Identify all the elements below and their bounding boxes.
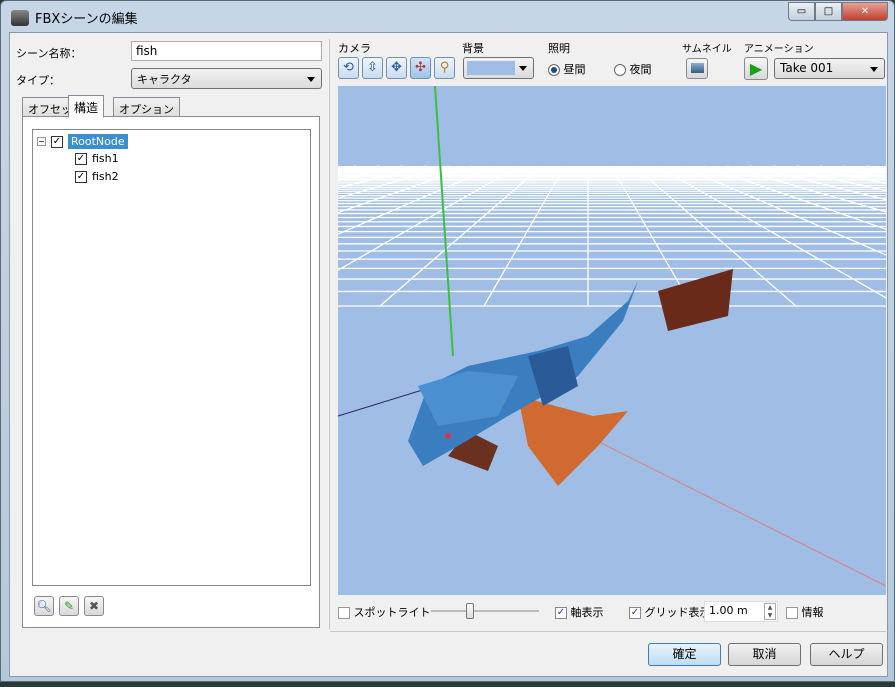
edit-pencil-icon[interactable]: ✎ [59, 596, 79, 616]
fish-eye [445, 433, 451, 439]
close-button[interactable]: ✕ [842, 2, 888, 21]
thumbnail-label: サムネイル [682, 44, 732, 55]
fish1-checkbox[interactable]: ✓ [75, 152, 87, 165]
client-area: シーン名称： fish タイプ： キャラクタ オフセット 構造 オプション − ✓… [9, 32, 888, 677]
animation-select[interactable]: Take 001 [774, 58, 885, 79]
grid-size-value: 1.00 m [709, 604, 748, 617]
slider-thumb[interactable] [466, 603, 474, 619]
grid-size-spinner[interactable]: 1.00 m ▲ ▼ [704, 601, 778, 622]
camera-label: カメラ [338, 42, 371, 55]
tab-structure[interactable]: 構造 [68, 95, 105, 118]
window-title: FBXシーンの編集 [35, 12, 138, 27]
search-icon[interactable]: 🔍︎ [34, 596, 54, 616]
camera-orbit-icon[interactable]: ⟲ [338, 57, 359, 79]
lighting-label: 照明 [548, 42, 570, 55]
divider [329, 39, 330, 629]
chevron-down-icon [870, 67, 878, 72]
maximize-button[interactable]: □ [815, 2, 842, 21]
thumbnail-image-icon[interactable] [686, 58, 708, 79]
fish2-checkbox[interactable]: ✓ [75, 170, 87, 183]
fish-fin [518, 396, 628, 486]
type-value: キャラクタ [137, 73, 192, 86]
fish-tail-fin [658, 269, 733, 331]
node-tree: − ✓ RootNode ✓ fish1 ✓ fish2 [32, 129, 311, 586]
3d-viewport[interactable] [338, 86, 886, 595]
radio-night[interactable]: 夜間 [614, 61, 652, 77]
y-axis-line [434, 86, 454, 357]
axis-checkbox-box[interactable]: ✓ [555, 607, 567, 619]
chevron-down-icon [519, 66, 527, 71]
axis-checkbox[interactable]: ✓ 軸表示 [555, 604, 604, 620]
info-label: 情報 [801, 606, 824, 619]
scene-name-input[interactable]: fish [131, 41, 322, 61]
divider [330, 631, 886, 632]
ok-button[interactable]: 確定 [648, 643, 721, 666]
tree-node-fish1[interactable]: fish1 [92, 152, 119, 165]
camera-zoom-icon[interactable]: ⚲ [434, 57, 455, 79]
info-checkbox[interactable]: 情報 [786, 604, 824, 620]
collapse-icon[interactable]: − [37, 137, 46, 146]
camera-rotate-icon[interactable]: ✣ [410, 57, 431, 79]
radio-night-label: 夜間 [629, 63, 652, 76]
spinner-arrows-icon[interactable]: ▲ ▼ [764, 603, 776, 620]
animation-label: アニメーション [744, 44, 814, 55]
scene-name-label: シーン名称： [16, 47, 82, 60]
type-select[interactable]: キャラクタ [131, 68, 322, 89]
play-icon[interactable]: ▶ [744, 57, 768, 80]
radio-day-indicator[interactable] [548, 64, 560, 76]
animation-value: Take 001 [780, 61, 834, 75]
radio-night-indicator[interactable] [614, 64, 626, 76]
delete-icon[interactable]: ✖ [84, 596, 104, 616]
info-checkbox-box[interactable] [786, 607, 798, 619]
structure-panel: − ✓ RootNode ✓ fish1 ✓ fish2 🔍︎ ✎ ✖ [22, 116, 320, 628]
cancel-button[interactable]: 取消 [728, 643, 801, 666]
type-label: タイプ： [16, 74, 60, 87]
chevron-down-icon [307, 77, 315, 82]
background-color-picker[interactable] [463, 57, 534, 79]
camera-dolly-icon[interactable]: ⇳ [362, 57, 383, 79]
color-swatch [467, 61, 515, 75]
app-icon [11, 9, 29, 26]
help-button[interactable]: ヘルプ [810, 643, 883, 666]
axis-label: 軸表示 [570, 606, 604, 619]
spotlight-label: スポットライト [353, 606, 431, 619]
scene-canvas [338, 86, 886, 587]
camera-pan-icon[interactable]: ✥ [386, 57, 407, 79]
radio-day[interactable]: 昼間 [548, 61, 586, 77]
spotlight-checkbox-box[interactable] [338, 607, 350, 619]
grid-label: グリッド表示 [644, 606, 711, 619]
tab-options[interactable]: オプション [113, 97, 180, 117]
dialog-window: FBXシーンの編集 ▭ □ ✕ シーン名称： fish タイプ： キャラクタ オ… [0, 0, 895, 682]
title-bar: FBXシーンの編集 [11, 8, 138, 27]
tree-node-root[interactable]: RootNode [68, 134, 128, 149]
root-checkbox[interactable]: ✓ [51, 135, 63, 148]
grid-checkbox-box[interactable]: ✓ [629, 607, 641, 619]
grid-checkbox[interactable]: ✓ グリッド表示 [629, 604, 711, 620]
background-label: 背景 [462, 42, 484, 55]
minimize-button[interactable]: ▭ [788, 2, 815, 21]
spotlight-checkbox[interactable]: スポットライト [338, 604, 431, 620]
spotlight-slider[interactable] [431, 603, 539, 619]
tree-node-fish2[interactable]: fish2 [92, 170, 119, 183]
radio-day-label: 昼間 [563, 63, 586, 76]
